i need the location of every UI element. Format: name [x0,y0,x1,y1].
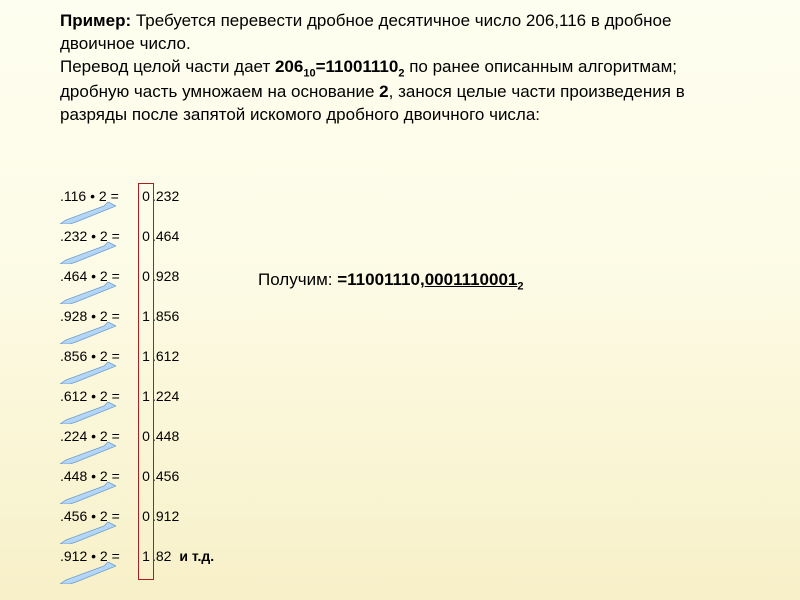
calc-row: .612 • 2 = 1 .224 [60,388,240,428]
example-label: Пример: [60,11,131,30]
calculation-block: .116 • 2 = 0 .232 .232 • 2 = 0 .464 .464… [60,188,240,588]
calc-rhs: .912 [152,508,179,524]
calc-digit: 0 [140,188,152,204]
calc-row: .232 • 2 = 0 .464 [60,228,240,268]
calc-lhs: .464 • 2 = [60,268,120,284]
calc-rhs: .448 [152,428,179,444]
calc-lhs: .224 • 2 = [60,428,120,444]
calc-rhs: .456 [152,468,179,484]
calc-rhs: .82 и т.д. [152,548,214,564]
calc-digit: 0 [140,228,152,244]
calc-row: .116 • 2 = 0 .232 [60,188,240,228]
page: Пример: Требуется перевести дробное деся… [0,0,800,600]
calc-row: .928 • 2 = 1 .856 [60,308,240,348]
calc-rhs: .928 [152,268,179,284]
calc-digit: 0 [140,428,152,444]
calc-lhs: .456 • 2 = [60,508,120,524]
calc-row: .464 • 2 = 0 .928 [60,268,240,308]
calc-row: .456 • 2 = 0 .912 [60,508,240,548]
calc-row: .224 • 2 = 0 .448 [60,428,240,468]
calc-rhs: .464 [152,228,179,244]
result-line: Получим: =11001110,00011100012 [258,270,524,292]
calc-row: .856 • 2 = 1 .612 [60,348,240,388]
calc-lhs: .856 • 2 = [60,348,120,364]
calc-rhs: .232 [152,188,179,204]
calc-lhs: .448 • 2 = [60,468,120,484]
calc-digit: 1 [140,548,152,564]
result-sub: 2 [517,280,523,292]
calc-lhs: .928 • 2 = [60,308,120,324]
etc-label: и т.д. [179,548,214,564]
calc-lhs: .612 • 2 = [60,388,120,404]
calc-lhs: .232 • 2 = [60,228,120,244]
conv-lhs-sub: 10 [303,67,315,79]
task-text: Требуется перевести дробное десятичное ч… [60,11,671,53]
header-block: Пример: Требуется перевести дробное деся… [60,10,740,127]
conv-eq: =11001110 [316,57,399,76]
calc-row: .912 • 2 = 1 .82 и т.д. [60,548,240,588]
conv-lhs: 206 [275,57,303,76]
result-frac: 0001110001 [425,270,518,289]
calc-digit: 0 [140,508,152,524]
calc-digit: 1 [140,348,152,364]
base: 2 [379,82,388,101]
line2-a: Перевод целой части дает [60,57,275,76]
calc-digit: 1 [140,388,152,404]
result-eq: =11001110, [337,270,424,289]
calc-digit: 0 [140,468,152,484]
calc-rhs: .224 [152,388,179,404]
calc-row: .448 • 2 = 0 .456 [60,468,240,508]
calc-digit: 0 [140,268,152,284]
calc-rhs: .856 [152,308,179,324]
calc-digit: 1 [140,308,152,324]
result-prefix: Получим: [258,270,337,289]
calc-lhs: .116 • 2 = [60,188,119,204]
calc-rhs-val: .82 [152,548,171,564]
calc-rhs: .612 [152,348,179,364]
calc-lhs: .912 • 2 = [60,548,120,564]
